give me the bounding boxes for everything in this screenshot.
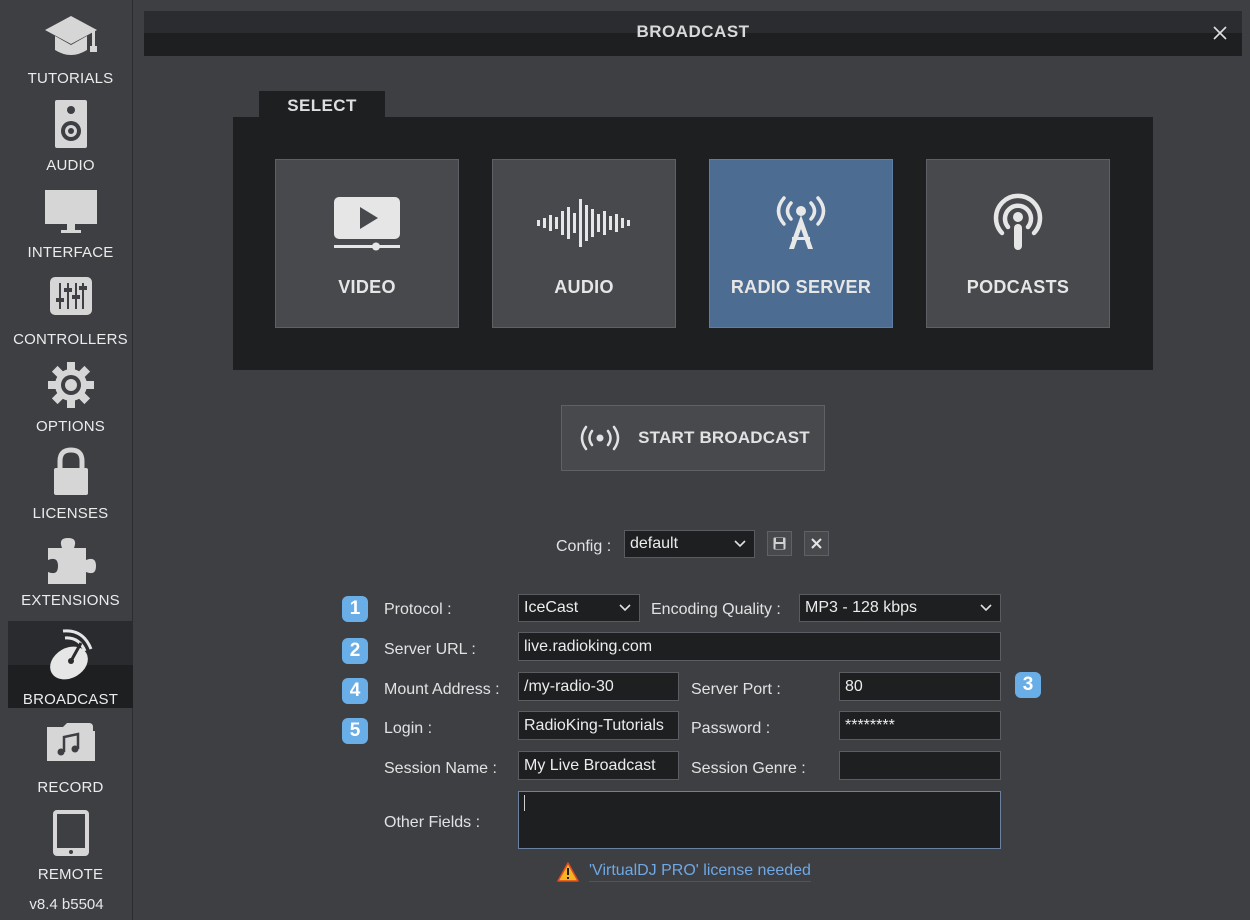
window-title: BROADCAST: [636, 22, 750, 41]
select-panel: VIDEO AUDIO RADIO SERVER PODCASTS: [233, 117, 1153, 370]
sidebar-item-interface[interactable]: INTERFACE: [8, 174, 133, 261]
sidebar-item-label: LICENSES: [32, 505, 109, 522]
sidebar-item-audio[interactable]: AUDIO: [8, 87, 133, 174]
login-input[interactable]: RadioKing-Tutorials: [518, 711, 679, 740]
mode-label: PODCASTS: [966, 277, 1070, 297]
monitor-icon: [8, 186, 133, 244]
license-warning-link[interactable]: 'VirtualDJ PRO' license needed: [589, 862, 811, 882]
mode-audio-button[interactable]: AUDIO: [492, 159, 676, 328]
server-port-value: 80: [845, 677, 863, 695]
save-config-button[interactable]: [767, 531, 792, 556]
other-fields-label: Other Fields :: [384, 814, 481, 831]
sidebar-item-options[interactable]: OPTIONS: [8, 348, 133, 435]
sidebar-item-label: RECORD: [37, 779, 104, 796]
window-titlebar: BROADCAST: [144, 11, 1242, 56]
graduation-cap-icon: [8, 12, 133, 70]
mode-radio-server-button[interactable]: RADIO SERVER: [709, 159, 893, 328]
sidebar-item-label: OPTIONS: [36, 418, 105, 435]
encoding-quality-value: MP3 - 128 kbps: [805, 599, 918, 616]
mode-label: RADIO SERVER: [730, 277, 872, 297]
start-broadcast-button[interactable]: START BROADCAST: [561, 405, 825, 471]
text-caret: [524, 795, 525, 811]
chevron-down-icon: [734, 540, 746, 548]
mixer-sliders-icon: [8, 273, 133, 331]
sidebar-item-label: REMOTE: [37, 866, 104, 883]
puzzle-icon: [8, 534, 133, 592]
close-icon: [811, 538, 822, 549]
sidebar-item-licenses[interactable]: LICENSES: [8, 435, 133, 522]
satellite-dish-icon: [8, 623, 133, 681]
sidebar-item-label: AUDIO: [46, 157, 95, 174]
save-icon: [773, 537, 786, 550]
session-genre-input[interactable]: [839, 751, 1001, 780]
mount-address-label: Mount Address :: [384, 681, 500, 698]
lock-icon: [8, 447, 133, 505]
password-input[interactable]: ********: [839, 711, 1001, 740]
protocol-label: Protocol :: [384, 601, 452, 618]
tablet-icon: [8, 808, 133, 866]
session-name-input[interactable]: My Live Broadcast: [518, 751, 679, 780]
server-port-label: Server Port :: [691, 681, 781, 698]
session-name-label: Session Name :: [384, 760, 497, 777]
mode-video-button[interactable]: VIDEO: [275, 159, 459, 328]
speaker-icon: [8, 99, 133, 157]
password-value: ********: [845, 716, 895, 734]
encoding-quality-label: Encoding Quality :: [651, 601, 781, 618]
config-select[interactable]: default: [624, 530, 755, 558]
chevron-down-icon: [619, 604, 631, 612]
version-label: v8.4 b5504: [29, 896, 104, 913]
encoding-quality-select[interactable]: MP3 - 128 kbps: [799, 594, 1001, 622]
radio-tower-icon: [710, 192, 892, 254]
session-genre-label: Session Genre :: [691, 760, 806, 777]
sidebar-item-controllers[interactable]: CONTROLLERS: [8, 261, 133, 348]
server-url-label: Server URL :: [384, 641, 476, 658]
sidebar-item-record[interactable]: RECORD: [8, 709, 133, 796]
sidebar-item-label: INTERFACE: [27, 244, 114, 261]
sidebar-item-remote[interactable]: REMOTE: [8, 796, 133, 883]
session-name-value: My Live Broadcast: [524, 756, 656, 774]
sidebar-item-label: TUTORIALS: [27, 70, 114, 87]
other-fields-textarea[interactable]: [518, 791, 1001, 849]
waveform-icon: [493, 192, 675, 254]
license-warning: 'VirtualDJ PRO' license needed: [557, 860, 811, 884]
mode-label: AUDIO: [554, 277, 614, 297]
music-folder-icon: [8, 721, 133, 779]
mount-address-input[interactable]: /my-radio-30: [518, 672, 679, 701]
chevron-down-icon: [980, 604, 992, 612]
protocol-select[interactable]: IceCast: [518, 594, 640, 622]
sidebar-item-broadcast[interactable]: BROADCAST: [8, 621, 133, 708]
config-value: default: [630, 535, 679, 552]
password-label: Password :: [691, 720, 771, 737]
delete-config-button[interactable]: [804, 531, 829, 556]
server-port-input[interactable]: 80: [839, 672, 1001, 701]
login-value: RadioKing-Tutorials: [524, 716, 664, 734]
start-broadcast-label: START BROADCAST: [638, 428, 810, 447]
step-badge-5: 5: [342, 718, 368, 744]
close-button[interactable]: [1210, 23, 1230, 43]
step-badge-4: 4: [342, 678, 368, 704]
step-badge-2: 2: [342, 638, 368, 664]
sidebar-item-tutorials[interactable]: TUTORIALS: [8, 0, 133, 87]
mode-label: VIDEO: [338, 277, 396, 297]
video-play-icon: [276, 192, 458, 254]
server-url-value: live.radioking.com: [524, 637, 653, 655]
broadcast-waves-icon: [580, 425, 620, 451]
login-label: Login :: [384, 720, 433, 737]
sidebar-item-label: CONTROLLERS: [13, 331, 128, 348]
step-badge-1: 1: [342, 596, 368, 622]
sidebar-item-extensions[interactable]: EXTENSIONS: [8, 522, 133, 609]
server-url-input[interactable]: live.radioking.com: [518, 632, 1001, 661]
step-badge-3: 3: [1015, 672, 1041, 698]
protocol-value: IceCast: [524, 599, 579, 616]
mount-address-value: /my-radio-30: [524, 677, 614, 695]
sidebar-item-label: BROADCAST: [22, 691, 119, 708]
sidebar: TUTORIALS AUDIO INTERFACE CONTROLLERS OP…: [0, 0, 133, 920]
close-icon: [1213, 26, 1227, 40]
mode-podcasts-button[interactable]: PODCASTS: [926, 159, 1110, 328]
warning-triangle-icon: [557, 862, 579, 882]
podcast-icon: [927, 192, 1109, 254]
config-label: Config :: [556, 538, 612, 555]
sidebar-item-label: EXTENSIONS: [21, 592, 120, 609]
gear-icon: [8, 360, 133, 418]
